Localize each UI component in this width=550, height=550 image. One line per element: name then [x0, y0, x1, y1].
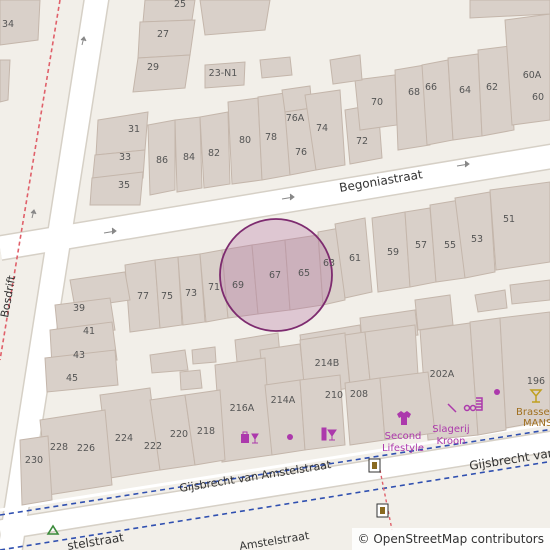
house-number: 76: [295, 147, 307, 158]
poi-label-brasserie-mans: Brasser: [516, 407, 550, 418]
house-number: 202A: [430, 369, 455, 380]
house-number: 53: [471, 234, 483, 245]
house-number: 86: [156, 155, 168, 166]
poi-label-slagerij-kroon: Slagerij: [432, 424, 469, 435]
shop-dot-icon[interactable]: [494, 389, 500, 395]
poi-label-brasserie-mans: MANS: [523, 418, 550, 429]
house-number: 78: [265, 132, 277, 143]
map-canvas[interactable]: Begoniastraat Bosdrift Gijsbrecht van Am…: [0, 0, 550, 550]
house-number: 61: [349, 253, 361, 264]
house-number: 51: [503, 214, 515, 225]
house-number: 33: [119, 152, 131, 163]
house-number: 82: [208, 148, 220, 159]
house-number: 210: [325, 390, 343, 401]
house-number: 222: [144, 441, 162, 452]
house-number: 25: [174, 0, 186, 10]
house-number: 39: [73, 303, 85, 314]
poi-label-second-lifestyle: Second: [385, 431, 422, 442]
house-number: 59: [387, 247, 399, 258]
bus-stop-icon[interactable]: [376, 503, 389, 518]
house-number: 35: [118, 180, 130, 191]
house-number: 60: [532, 92, 544, 103]
house-number: 228: [50, 442, 68, 453]
house-number: 43: [73, 350, 85, 361]
house-number: 23-N1: [209, 68, 238, 79]
house-number: 208: [350, 389, 368, 400]
house-number: 45: [66, 373, 78, 384]
house-number: 68: [408, 87, 420, 98]
house-number: 71: [208, 282, 220, 293]
house-number: 57: [415, 240, 427, 251]
house-number: 60A: [523, 70, 542, 81]
house-number: 74: [316, 123, 328, 134]
house-number: 218: [197, 426, 215, 437]
house-number: 63: [323, 258, 335, 269]
house-number: 67: [269, 270, 281, 281]
poi-label-slagerij-kroon: Kroon: [436, 436, 465, 447]
house-number: 226: [77, 443, 95, 454]
house-number: 216A: [230, 403, 255, 414]
house-number: 224: [115, 433, 133, 444]
house-number: 41: [83, 326, 95, 337]
house-number: 220: [170, 429, 188, 440]
bus-stop-icon[interactable]: [368, 458, 381, 473]
house-number: 196: [527, 376, 545, 387]
house-number: 76A: [286, 113, 305, 124]
house-number: 75: [161, 291, 173, 302]
poi-label-second-lifestyle: Lifestyle: [382, 443, 424, 454]
house-number: 84: [183, 152, 195, 163]
house-number: 31: [128, 124, 140, 135]
house-number: 230: [25, 455, 43, 466]
house-number: 55: [444, 240, 456, 251]
map-attribution[interactable]: © OpenStreetMap contributors: [351, 528, 550, 550]
house-number: 69: [232, 280, 244, 291]
house-number: 64: [459, 85, 471, 96]
house-number: 70: [371, 97, 383, 108]
house-number: 214A: [271, 395, 296, 406]
house-number: 72: [356, 136, 368, 147]
house-number: 214B: [315, 358, 340, 369]
house-number: 34: [2, 19, 14, 30]
shop-dot-icon[interactable]: [287, 434, 293, 440]
house-number: 29: [147, 62, 159, 73]
house-number: 65: [298, 268, 310, 279]
house-number: 27: [157, 29, 169, 40]
house-number: 66: [425, 82, 437, 93]
house-number: 73: [185, 288, 197, 299]
house-number: 80: [239, 135, 251, 146]
house-number: 77: [137, 291, 149, 302]
house-number: 62: [486, 82, 498, 93]
